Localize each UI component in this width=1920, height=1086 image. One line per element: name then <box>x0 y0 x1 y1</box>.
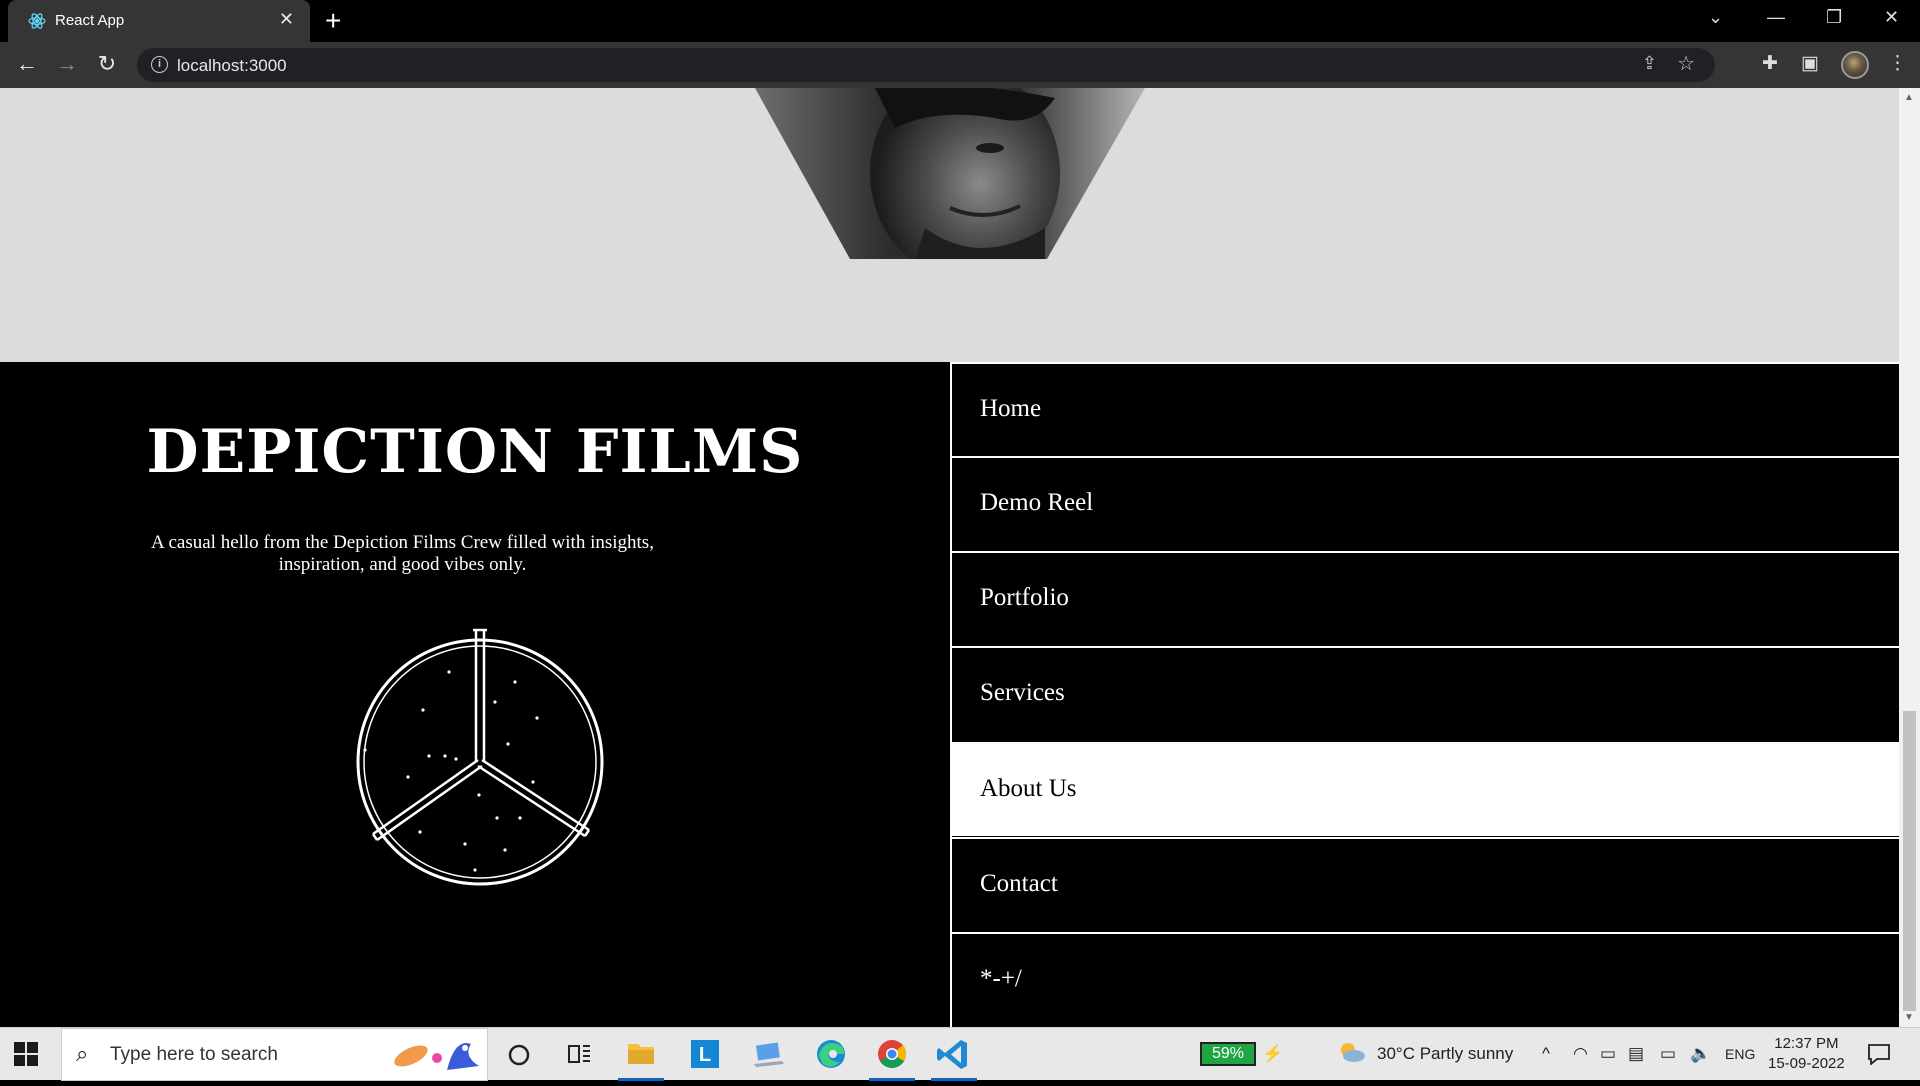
notification-app-icon[interactable]: ▤ <box>1628 1044 1644 1064</box>
share-icon[interactable]: ⇪ <box>1642 53 1657 74</box>
sidepanel-icon[interactable]: ▣ <box>1801 52 1819 75</box>
search-icon: ⌕ <box>76 1041 89 1066</box>
scroll-up-icon[interactable]: ▲ <box>1904 92 1914 103</box>
scroll-down-icon[interactable]: ▼ <box>1904 1012 1914 1023</box>
new-tab-button[interactable]: + <box>325 5 341 37</box>
close-window-icon[interactable]: ✕ <box>1884 7 1899 28</box>
menu-item-demo-reel[interactable]: Demo Reel <box>952 456 1899 550</box>
menu-item-services[interactable]: Services <box>952 646 1899 740</box>
star-icon[interactable]: ☆ <box>1677 51 1695 76</box>
address-bar[interactable]: i localhost:3000 ⇪ ☆ <box>137 48 1715 82</box>
profile-avatar[interactable] <box>1841 51 1869 79</box>
extensions-icon[interactable]: ✚ <box>1762 52 1778 75</box>
react-icon <box>28 13 46 29</box>
chevron-up-icon[interactable]: ^ <box>1542 1044 1550 1064</box>
explorer-icon[interactable] <box>612 1028 670 1081</box>
weather-icon <box>1341 1043 1365 1062</box>
windows-taskbar: ⌕ Type here to search L 59% ⚡ 30°C Partl… <box>0 1027 1920 1081</box>
reload-icon[interactable]: ↻ <box>93 51 121 77</box>
battery-indicator[interactable]: 59% <box>1200 1042 1256 1066</box>
tab-close-icon[interactable]: ✕ <box>279 9 294 30</box>
minimize-icon[interactable]: — <box>1767 7 1785 28</box>
battery-percent-icon: ⚡ <box>1262 1044 1284 1063</box>
page-viewport: DEPICTION FILMS A casual hello from the … <box>0 88 1899 1027</box>
clock-time: 12:37 PM <box>1774 1035 1839 1052</box>
clock-date: 15-09-2022 <box>1768 1055 1845 1072</box>
vscode-icon[interactable] <box>925 1028 983 1081</box>
taskbar-search[interactable]: ⌕ Type here to search <box>61 1028 488 1081</box>
brand-title: DEPICTION FILMS <box>146 417 804 487</box>
search-placeholder[interactable]: Type here to search <box>110 1044 278 1066</box>
battery-tray-icon[interactable]: ▭ <box>1660 1044 1676 1064</box>
info-icon[interactable]: i <box>151 56 168 73</box>
url-text[interactable]: localhost:3000 <box>177 56 287 76</box>
windows-icon[interactable] <box>14 1042 38 1066</box>
menu-item-home[interactable]: Home <box>952 362 1899 456</box>
menu-item-contact[interactable]: Contact <box>952 837 1899 931</box>
search-highlight-icon <box>394 1043 479 1070</box>
edge-icon[interactable] <box>802 1028 860 1081</box>
brand-tagline: A casual hello from the Depiction Films … <box>151 532 654 575</box>
taskview-icon[interactable] <box>550 1028 608 1081</box>
menu-item-about-us[interactable]: About Us <box>952 742 1899 836</box>
tab-title: React App <box>55 12 125 29</box>
chrome-icon[interactable] <box>863 1028 921 1081</box>
network-icon[interactable]: ◠ <box>1573 1044 1588 1064</box>
tab-strip: React App ✕ + ⌄ — ❐ ✕ <box>0 0 1920 42</box>
page-scrollbar[interactable]: ▲ ▼ <box>1899 88 1920 1027</box>
forward-icon[interactable]: → <box>53 51 81 77</box>
language-indicator[interactable]: ENG <box>1725 1046 1755 1062</box>
cortana-icon[interactable] <box>490 1028 548 1081</box>
tab-search-icon[interactable]: ⌄ <box>1708 7 1723 28</box>
action-center-icon[interactable] <box>1867 1043 1891 1065</box>
restore-icon[interactable]: ❐ <box>1826 7 1842 28</box>
clock[interactable]: 12:37 PM 15-09-2022 <box>1768 1034 1845 1074</box>
browser-toolbar: ← → ↻ i localhost:3000 ⇪ ☆ ✚ ▣ ⋮ <box>0 42 1920 88</box>
menu-item-extra[interactable]: *-+/ <box>952 932 1899 1026</box>
menu-icon[interactable]: ⋮ <box>1888 52 1907 75</box>
nav-menu: Home Demo Reel Portfolio Services About … <box>950 362 1899 1027</box>
menu-item-portfolio[interactable]: Portfolio <box>952 551 1899 645</box>
volume-icon[interactable]: 🔈 <box>1690 1044 1711 1064</box>
meet-now-icon[interactable]: ▭ <box>1600 1044 1616 1064</box>
l-app-icon[interactable]: L <box>676 1028 734 1081</box>
weather-text[interactable]: 30°C Partly sunny <box>1377 1044 1513 1064</box>
back-icon[interactable]: ← <box>13 51 41 77</box>
hero-section <box>0 88 1899 362</box>
scroll-thumb[interactable] <box>1903 711 1916 1011</box>
svg-text:L: L <box>699 1044 711 1066</box>
laptop-app-icon[interactable] <box>740 1028 798 1081</box>
browser-tab[interactable]: React App ✕ <box>8 0 310 42</box>
portrait-photo <box>755 88 1145 259</box>
brand-logo-icon <box>356 628 604 886</box>
brand-panel: DEPICTION FILMS A casual hello from the … <box>0 362 950 1027</box>
